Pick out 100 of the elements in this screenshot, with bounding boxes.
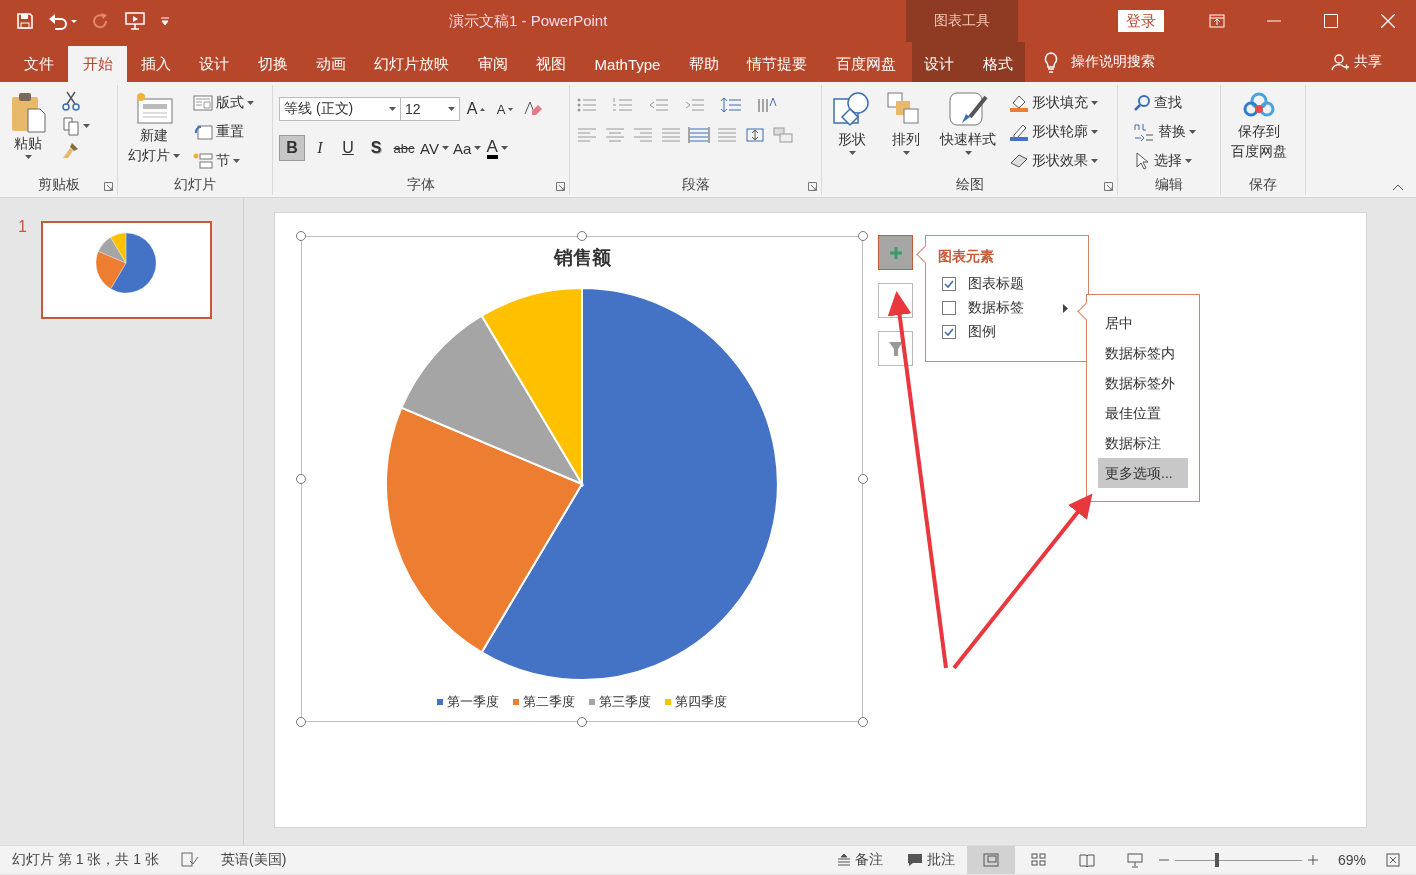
save-to-cloud-button[interactable]: 保存到 百度网盘	[1227, 88, 1291, 175]
dialog-launcher-icon[interactable]	[104, 182, 113, 191]
reset-button[interactable]: 重置	[190, 120, 257, 144]
ribbon-tab[interactable]: 情节提要	[733, 46, 822, 82]
layout-button[interactable]: 版式	[190, 91, 257, 115]
resize-handle[interactable]	[577, 717, 587, 727]
undo-icon[interactable]	[48, 12, 78, 30]
font-color-button[interactable]: A	[484, 135, 511, 161]
collapse-ribbon-icon[interactable]	[1392, 184, 1404, 191]
tell-me-search[interactable]: 操作说明搜索	[1071, 53, 1155, 71]
shapes-button[interactable]: 形状	[828, 88, 876, 175]
presentation-icon[interactable]	[124, 11, 146, 31]
slide-thumbnail[interactable]	[40, 221, 212, 319]
ribbon-tab[interactable]: 视图	[522, 46, 581, 82]
shape-effects-button[interactable]: 形状效果	[1006, 149, 1101, 173]
resize-handle[interactable]	[858, 474, 868, 484]
resize-handle[interactable]	[858, 717, 868, 727]
spell-check-icon[interactable]	[181, 852, 200, 868]
menu-item[interactable]: 更多选项...	[1098, 458, 1188, 488]
ribbon-tab[interactable]: 格式	[968, 46, 1027, 82]
find-button[interactable]: 查找	[1130, 91, 1199, 115]
select-button[interactable]: 选择	[1130, 149, 1199, 173]
ribbon-tab[interactable]: 幻灯片放映	[360, 46, 464, 82]
shape-fill-button[interactable]: 形状填充	[1006, 91, 1101, 115]
ribbon-tab[interactable]: 插入	[126, 46, 186, 82]
language-indicator[interactable]: 英语(美国)	[221, 851, 287, 869]
bullets-icon[interactable]	[576, 96, 598, 114]
zoom-in-icon[interactable]	[1307, 855, 1318, 865]
resize-handle[interactable]	[858, 231, 868, 241]
fit-to-window-icon[interactable]	[1386, 853, 1400, 867]
window-title: 演示文稿1 - PowerPoint	[448, 11, 609, 31]
menu-item[interactable]: 最佳位置	[1098, 398, 1188, 428]
chart-frame[interactable]: 销售额 第一季度 第二季度 第三季度 第四季度	[301, 236, 863, 722]
menu-item[interactable]: 数据标签内	[1098, 338, 1188, 368]
menu-item[interactable]: 数据标注	[1098, 428, 1188, 458]
ribbon-tab[interactable]: MathType	[580, 46, 675, 82]
reset-icon	[193, 123, 213, 141]
dialog-launcher-icon[interactable]	[808, 182, 817, 191]
ribbon-tab[interactable]: 开始	[68, 46, 127, 82]
font-style-button[interactable]: abc	[391, 135, 417, 161]
line-spacing-icon[interactable]	[720, 96, 742, 114]
checkbox[interactable]	[942, 277, 956, 291]
scissors-icon[interactable]	[62, 91, 80, 111]
new-slide-button[interactable]: 新建 幻灯片	[124, 88, 184, 175]
redo-icon[interactable]	[92, 12, 110, 30]
submenu-arrow-icon[interactable]	[1063, 303, 1068, 313]
replace-button[interactable]: 替换	[1130, 120, 1199, 144]
ribbon-tab[interactable]: 动画	[301, 46, 361, 82]
zoom-level[interactable]: 69%	[1337, 852, 1366, 868]
normal-view-button[interactable]	[966, 846, 1015, 874]
align-text-icon[interactable]	[744, 126, 766, 144]
ribbon-tab[interactable]: 帮助	[674, 46, 733, 82]
menu-item[interactable]: 居中	[1098, 308, 1188, 338]
ribbon-tab[interactable]: 设计	[185, 46, 244, 82]
resize-handle[interactable]	[296, 231, 306, 241]
caret-icon	[1091, 130, 1098, 134]
save-icon[interactable]	[16, 12, 34, 30]
paste-button[interactable]: 粘贴	[6, 88, 50, 175]
ribbon-tab[interactable]: 设计	[910, 46, 969, 82]
quick-styles-button[interactable]: 快速样式	[936, 88, 1000, 175]
font-size-field[interactable]: 12	[400, 97, 460, 121]
font-style-button[interactable]: I	[307, 135, 333, 161]
font-style-button[interactable]: AV	[419, 135, 450, 161]
font-style-button[interactable]: U	[335, 135, 361, 161]
slide-number: 1	[18, 218, 27, 236]
resize-handle[interactable]	[577, 231, 587, 241]
comment-icon	[906, 853, 923, 867]
ribbon-tab[interactable]: 切换	[243, 46, 302, 82]
font-style-button[interactable]: Aa	[451, 135, 483, 161]
format-painter-icon[interactable]	[62, 141, 80, 159]
arrange-button[interactable]: 排列	[882, 88, 930, 175]
font-style-button[interactable]: B	[279, 135, 305, 161]
smartart-icon[interactable]	[772, 126, 794, 144]
lightbulb-icon	[1043, 51, 1059, 73]
resize-handle[interactable]	[296, 474, 306, 484]
checkbox[interactable]	[942, 325, 956, 339]
dialog-launcher-icon[interactable]	[1104, 182, 1113, 191]
font-name-field[interactable]: 等线 (正文)	[279, 97, 401, 121]
text-direction-icon[interactable]	[756, 96, 778, 114]
font-style-button[interactable]: S	[363, 135, 389, 161]
legend-label: 第四季度	[675, 693, 727, 711]
customize-icon[interactable]	[160, 16, 170, 26]
shrink-font-button[interactable]: A	[492, 96, 518, 122]
copy-icon[interactable]	[62, 116, 80, 136]
resize-handle[interactable]	[296, 717, 306, 727]
distributed-icon[interactable]	[688, 126, 710, 144]
ribbon-tab[interactable]: 百度网盘	[821, 46, 910, 82]
share-button[interactable]: 共享	[1325, 42, 1388, 82]
checkbox[interactable]	[942, 301, 956, 315]
dialog-launcher-icon[interactable]	[556, 182, 565, 191]
menu-item[interactable]: 数据标签外	[1098, 368, 1188, 398]
zoom-slider-thumb[interactable]	[1214, 853, 1219, 867]
ribbon-tab[interactable]: 文件	[10, 46, 69, 82]
grow-font-button[interactable]: A	[463, 96, 489, 122]
sign-in-button[interactable]: 登录	[1118, 10, 1164, 32]
shape-outline-button[interactable]: 形状轮廓	[1006, 120, 1101, 144]
section-button[interactable]: 节	[190, 149, 257, 173]
notes-button[interactable]: 备注	[824, 846, 895, 874]
ribbon-tab[interactable]: 审阅	[463, 46, 522, 82]
comments-button[interactable]: 批注	[894, 846, 967, 874]
